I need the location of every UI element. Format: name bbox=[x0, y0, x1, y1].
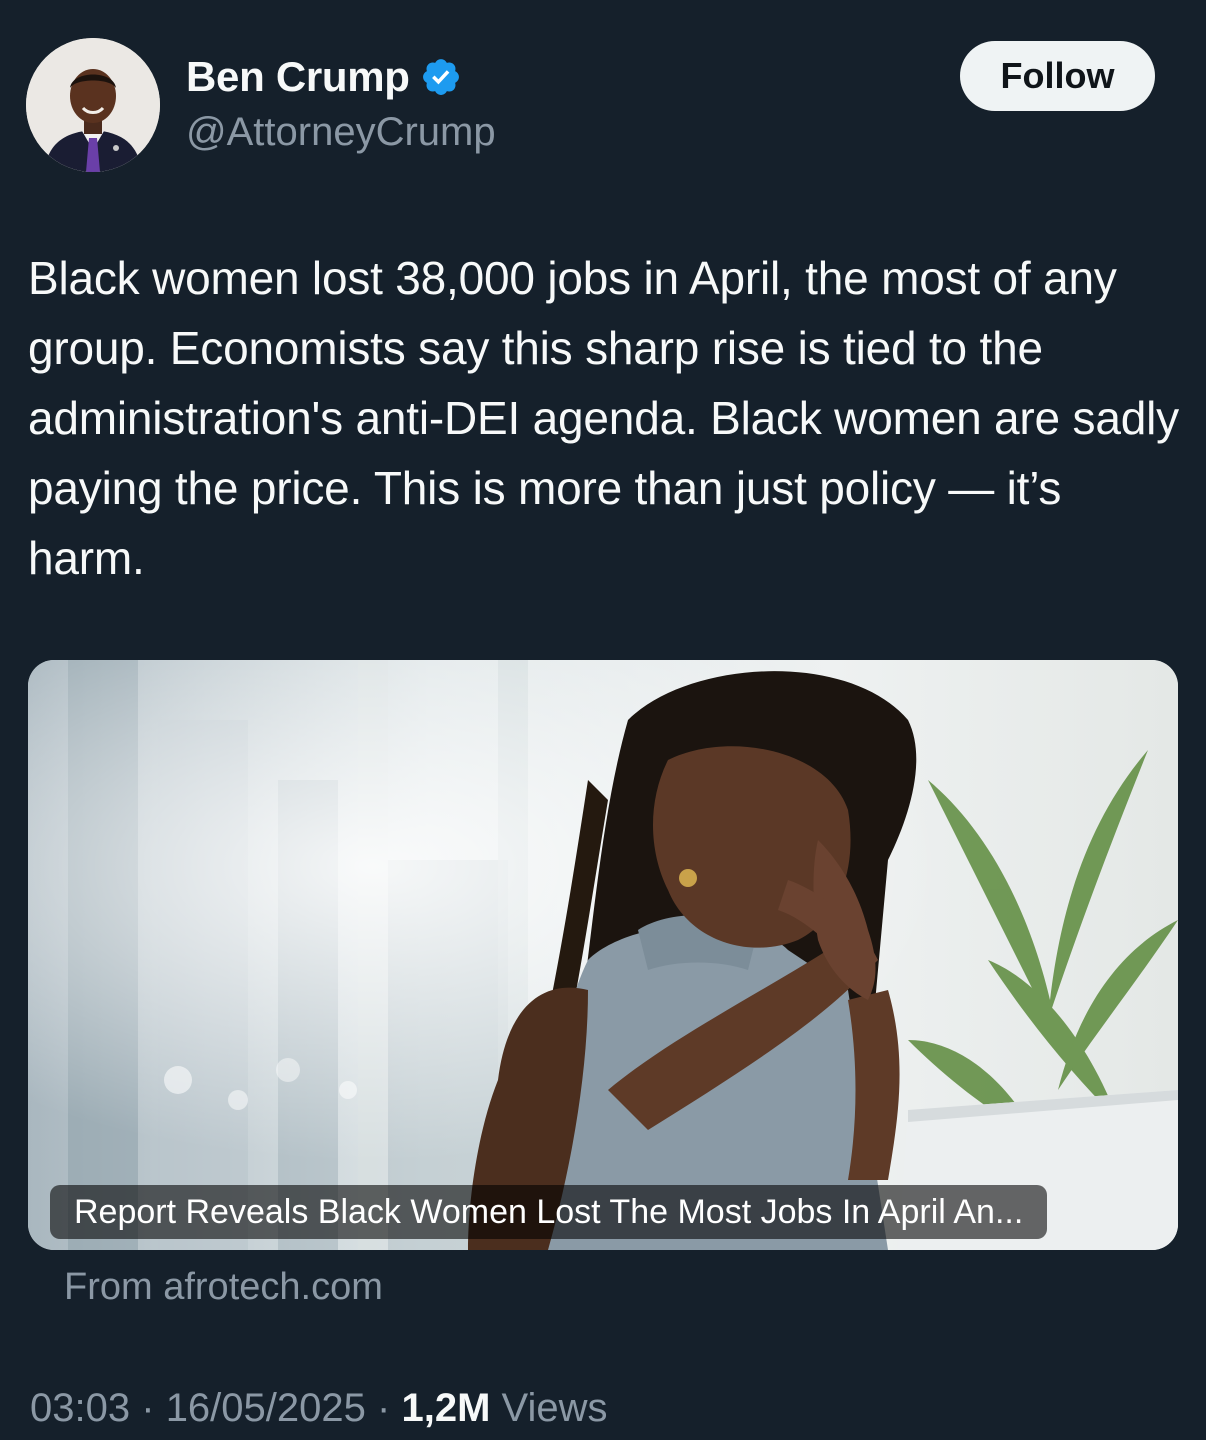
author-handle[interactable]: @AttorneyCrump bbox=[186, 108, 496, 156]
card-headline: Report Reveals Black Women Lost The Most… bbox=[50, 1185, 1048, 1239]
follow-button[interactable]: Follow bbox=[960, 41, 1155, 111]
meta-separator: · bbox=[377, 1386, 391, 1430]
tweet-text: Black women lost 38,000 jobs in April, t… bbox=[28, 252, 1179, 584]
author-display-name[interactable]: Ben Crump bbox=[186, 52, 410, 102]
link-card[interactable]: Report Reveals Black Women Lost The Most… bbox=[28, 660, 1178, 1250]
tweet-date[interactable]: 16/05/2025 bbox=[166, 1386, 366, 1430]
author-avatar[interactable] bbox=[26, 38, 160, 172]
card-source[interactable]: From afrotech.com bbox=[64, 1264, 383, 1310]
author-name-row: Ben Crump bbox=[186, 52, 462, 102]
meta-separator: · bbox=[141, 1386, 155, 1430]
views-count[interactable]: 1,2M bbox=[401, 1386, 490, 1430]
tweet-time[interactable]: 03:03 bbox=[30, 1386, 130, 1430]
tweet: Ben Crump @AttorneyCrump Follow Black wo… bbox=[0, 0, 1206, 1440]
views-label: Views bbox=[501, 1386, 608, 1430]
tweet-meta: 03:03 · 16/05/2025 · 1,2M Views bbox=[30, 1383, 608, 1433]
avatar-photo bbox=[26, 38, 160, 172]
card-image bbox=[28, 660, 1178, 1250]
verified-badge-icon bbox=[422, 59, 459, 95]
